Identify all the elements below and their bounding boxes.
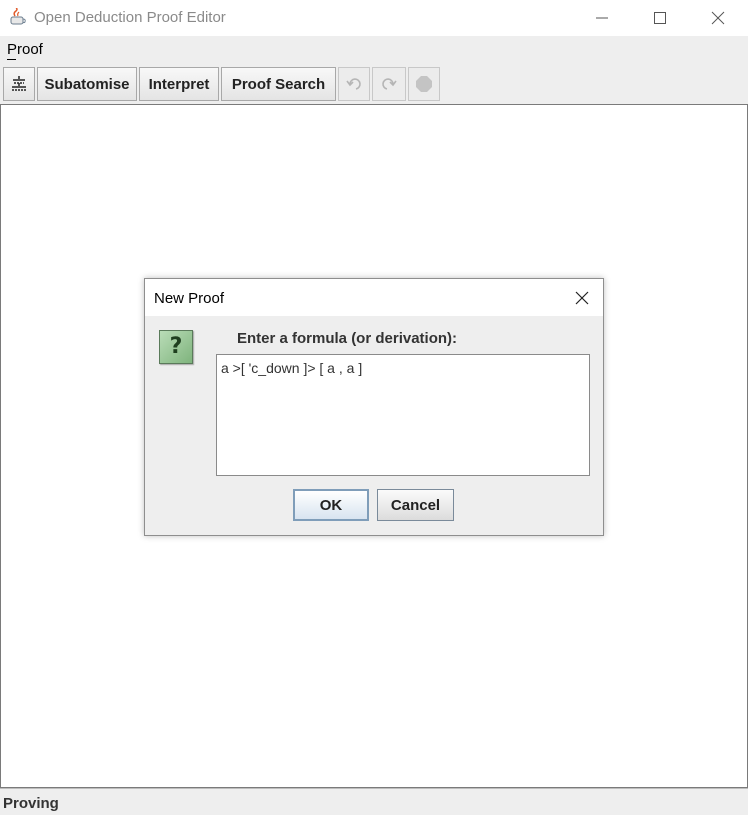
formula-input[interactable]: a >[ 'c_down ]> [ a , a ]	[216, 354, 590, 476]
minimize-button[interactable]	[573, 0, 631, 36]
java-app-icon	[9, 7, 27, 26]
title-bar: Open Deduction Proof Editor	[0, 0, 748, 36]
status-bar: Proving	[0, 788, 748, 815]
dialog-title: New Proof	[154, 290, 225, 307]
ok-button[interactable]: OK	[293, 489, 369, 521]
layout-button[interactable]	[3, 67, 35, 101]
proof-search-button[interactable]: Proof Search	[221, 67, 336, 101]
close-icon	[575, 291, 589, 305]
undo-icon	[346, 78, 361, 90]
window-title: Open Deduction Proof Editor	[34, 9, 226, 26]
main-window: Open Deduction Proof Editor Proof Subato…	[0, 0, 748, 815]
redo-icon	[382, 78, 397, 90]
stop-icon	[416, 76, 432, 92]
close-button[interactable]	[689, 0, 747, 36]
toolbar: Subatomise Interpret Proof Search	[0, 64, 748, 104]
menu-bar: Proof	[0, 36, 748, 64]
maximize-icon	[654, 12, 666, 24]
dialog-title-bar: New Proof	[145, 279, 603, 316]
question-icon: ?	[159, 330, 193, 364]
menu-proof[interactable]: Proof	[7, 41, 43, 58]
cancel-button[interactable]: Cancel	[377, 489, 454, 521]
subatomise-button[interactable]: Subatomise	[37, 67, 137, 101]
dialog-prompt: Enter a formula (or derivation):	[237, 330, 458, 347]
dialog-close-button[interactable]	[565, 284, 599, 312]
status-text: Proving	[3, 795, 59, 812]
tree-layout-icon	[12, 76, 26, 91]
minimize-icon	[596, 17, 608, 19]
new-proof-dialog: New Proof ? Enter a formula (or derivati…	[144, 278, 604, 536]
stop-button[interactable]	[408, 67, 440, 101]
close-icon	[711, 11, 725, 25]
redo-button[interactable]	[372, 67, 406, 101]
undo-button[interactable]	[338, 67, 370, 101]
interpret-button[interactable]: Interpret	[139, 67, 219, 101]
menu-proof-mnemonic-underline	[7, 59, 16, 60]
maximize-button[interactable]	[631, 0, 689, 36]
